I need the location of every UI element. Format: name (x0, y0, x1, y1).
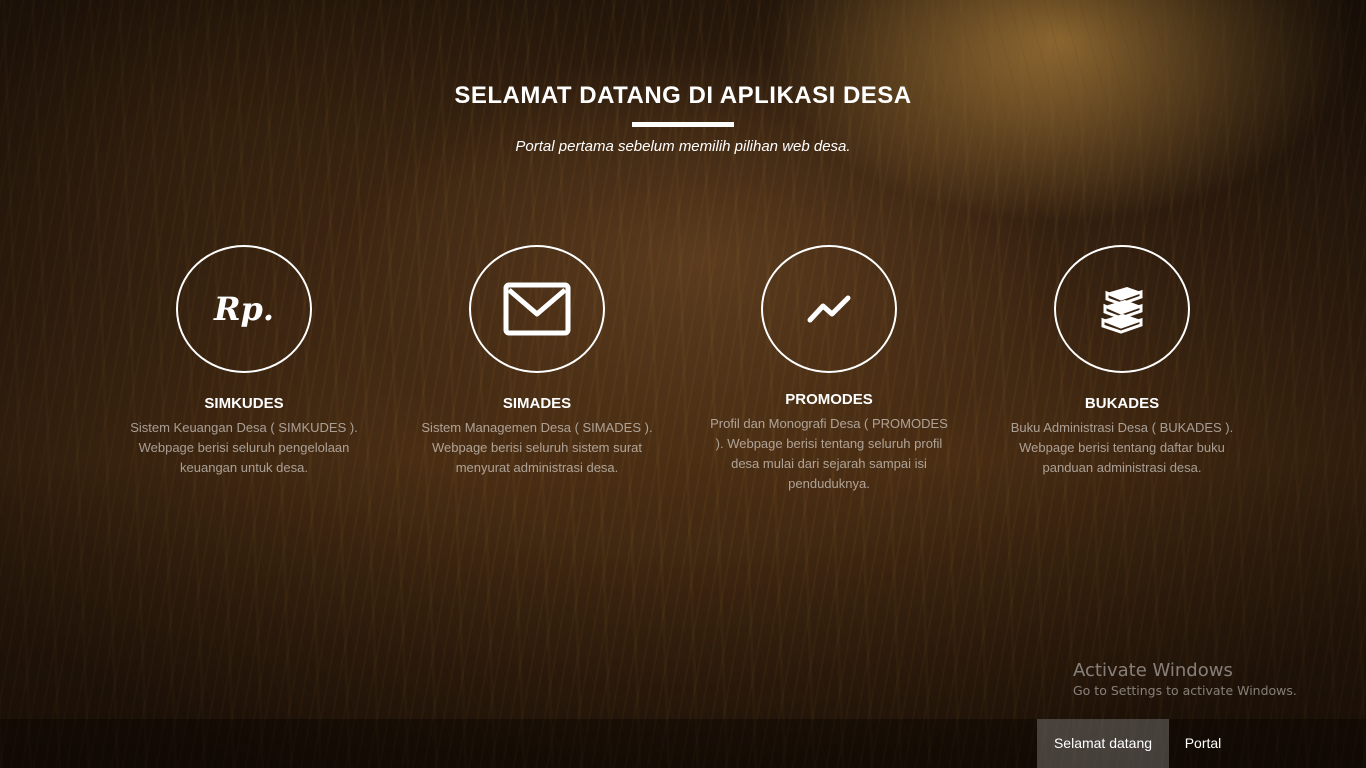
page-subtitle: Portal pertama sebelum memilih pilihan w… (515, 138, 851, 155)
service-icon-circle[interactable] (761, 245, 897, 373)
service-name[interactable]: SIMADES (412, 395, 662, 412)
hero-section: SELAMAT DATANG DI APLIKASI DESA Portal p… (0, 0, 1366, 720)
service-bukades[interactable]: BUKADES Buku Administrasi Desa ( BUKADES… (997, 245, 1247, 478)
service-icon-circle[interactable] (469, 245, 605, 373)
service-description: Buku Administrasi Desa ( BUKADES ). Webp… (1010, 420, 1234, 475)
service-description: Sistem Keuangan Desa ( SIMKUDES ). Webpa… (130, 420, 358, 475)
service-description: Profil dan Monografi Desa ( PROMODES ). … (710, 416, 948, 491)
service-name[interactable]: BUKADES (997, 395, 1247, 412)
title-divider (632, 122, 734, 127)
service-icon-circle[interactable] (1054, 245, 1190, 373)
service-icon-circle[interactable]: Rp. (176, 245, 312, 373)
service-name[interactable]: SIMKUDES (119, 395, 369, 412)
nav-portal[interactable]: Portal (1169, 719, 1237, 768)
activate-windows-watermark: Activate Windows Go to Settings to activ… (1073, 660, 1297, 698)
service-description: Sistem Managemen Desa ( SIMADES ). Webpa… (421, 420, 653, 475)
rupiah-icon: Rp. (213, 290, 275, 328)
service-name[interactable]: PROMODES (704, 391, 954, 408)
service-promodes[interactable]: PROMODES Profil dan Monografi Desa ( PRO… (704, 245, 954, 494)
nav-selamat-datang[interactable]: Selamat datang (1037, 719, 1169, 768)
books-icon (1101, 287, 1143, 334)
service-simades[interactable]: SIMADES Sistem Managemen Desa ( SIMADES … (412, 245, 662, 478)
page-title: SELAMAT DATANG DI APLIKASI DESA (454, 82, 912, 109)
watermark-title: Activate Windows (1073, 660, 1233, 681)
line-chart-icon (807, 295, 851, 323)
service-simkudes[interactable]: Rp. SIMKUDES Sistem Keuangan Desa ( SIMK… (119, 245, 369, 478)
envelope-icon (503, 282, 571, 336)
watermark-subtitle: Go to Settings to activate Windows. (1073, 683, 1297, 698)
